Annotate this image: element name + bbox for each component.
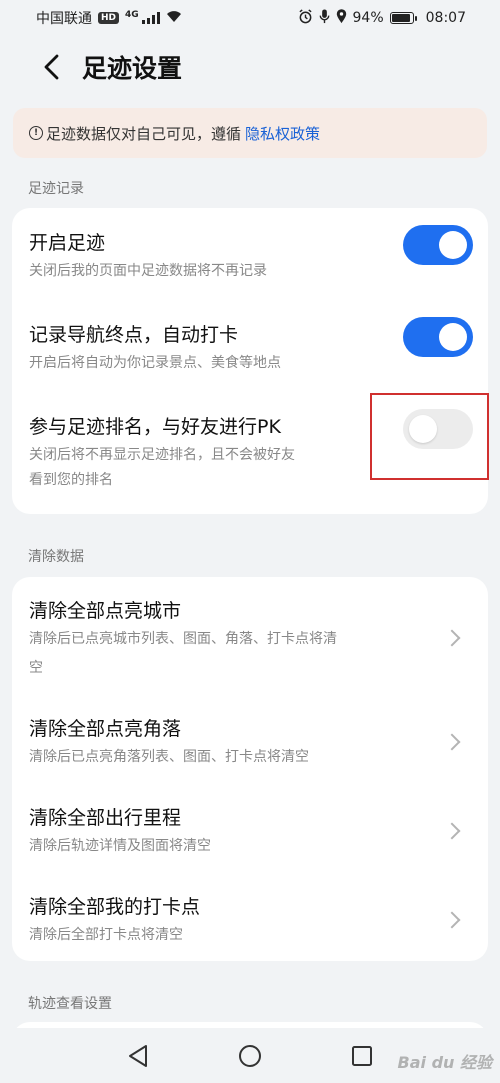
circle-home-icon (239, 1044, 261, 1067)
clear-row-travel-mileage[interactable]: 清除全部出行里程 清除后轨迹详情及图面将清空 (12, 784, 488, 873)
status-left: 中国联通 HD 4G (36, 8, 182, 28)
setting-subtitle: 关闭后我的页面中足迹数据将不再记录 (29, 263, 267, 279)
chevron-right-icon (443, 822, 461, 840)
status-bar: 中国联通 HD 4G 94% 08:07 (0, 0, 500, 36)
clear-subtitle: 清除后全部打卡点将清空 (29, 927, 183, 943)
nav-home-button[interactable] (233, 1039, 267, 1073)
clear-subtitle-line1: 清除后已点亮城市列表、图面、角落、打卡点将清 (29, 631, 337, 647)
wifi-icon (166, 10, 182, 27)
microphone-icon (319, 8, 330, 28)
hd-badge: HD (98, 12, 120, 24)
header: 足迹设置 (0, 36, 500, 98)
nav-back-button[interactable] (121, 1039, 155, 1073)
clock: 08:07 (425, 10, 466, 26)
section-label-track-view: 轨迹查看设置 (28, 996, 112, 1012)
back-arrow-icon (44, 54, 59, 80)
clear-row-checkins[interactable]: 清除全部我的打卡点 清除后全部打卡点将清空 (12, 873, 488, 961)
signal-icon (141, 12, 160, 24)
square-recent-icon (352, 1045, 372, 1066)
setting-title: 记录导航终点，自动打卡 (29, 324, 239, 346)
highlight-annotation-box (370, 393, 489, 480)
back-button[interactable] (22, 37, 82, 97)
clear-subtitle-line2: 空 (29, 660, 43, 676)
setting-row-record-nav-destination: 记录导航终点，自动打卡 开启后将自动为你记录景点、美食等地点 (12, 300, 488, 392)
setting-subtitle-line2: 看到您的排名 (29, 472, 113, 488)
clear-data-card: 清除全部点亮城市 清除后已点亮城市列表、图面、角落、打卡点将清 空 清除全部点亮… (12, 577, 488, 961)
clear-title: 清除全部点亮城市 (29, 600, 182, 622)
network-type: 4G (125, 10, 139, 20)
toggle-knob (439, 323, 467, 351)
battery-icon (389, 12, 417, 24)
carrier-name: 中国联通 (36, 11, 92, 27)
clear-row-lit-corners[interactable]: 清除全部点亮角落 清除后已点亮角落列表、图面、打卡点将清空 (12, 695, 488, 784)
privacy-policy-link[interactable]: 隐私权政策 (245, 123, 320, 144)
clear-row-lit-cities[interactable]: 清除全部点亮城市 清除后已点亮城市列表、图面、角落、打卡点将清 空 (12, 577, 488, 695)
clear-subtitle: 清除后已点亮角落列表、图面、打卡点将清空 (29, 749, 309, 765)
setting-title: 参与足迹排名，与好友进行PK (29, 416, 281, 438)
setting-title: 开启足迹 (29, 232, 106, 254)
chevron-right-icon (443, 629, 461, 647)
battery-percent: 94% (352, 10, 384, 26)
watermark: Bai du 经验 (397, 1053, 492, 1072)
clear-title: 清除全部我的打卡点 (29, 896, 201, 918)
toggle-knob (439, 231, 467, 259)
page-title: 足迹设置 (82, 54, 183, 83)
setting-subtitle: 开启后将自动为你记录景点、美食等地点 (29, 355, 281, 371)
status-right: 94% 08:07 (298, 8, 466, 28)
section-label-clear-data: 清除数据 (28, 549, 84, 565)
privacy-notice: ! 足迹数据仅对自己可见，遵循 隐私权政策 (13, 108, 487, 158)
notice-text: 足迹数据仅对自己可见，遵循 (46, 124, 242, 143)
enable-footprint-toggle[interactable] (403, 225, 473, 265)
clear-title: 清除全部点亮角落 (29, 718, 182, 740)
nav-recent-button[interactable] (345, 1039, 379, 1073)
chevron-right-icon (443, 733, 461, 751)
record-nav-destination-toggle[interactable] (403, 317, 473, 357)
setting-row-enable-footprint: 开启足迹 关闭后我的页面中足迹数据将不再记录 (12, 208, 488, 300)
triangle-back-icon (129, 1044, 147, 1067)
alarm-icon (298, 8, 313, 28)
section-label-footprint-record: 足迹记录 (28, 181, 84, 197)
info-icon: ! (29, 126, 43, 140)
clear-title: 清除全部出行里程 (29, 807, 182, 829)
clear-subtitle: 清除后轨迹详情及图面将清空 (29, 838, 211, 854)
setting-subtitle-line1: 关闭后将不再显示足迹排名，且不会被好友 (29, 447, 295, 463)
chevron-right-icon (443, 911, 461, 929)
location-icon (336, 8, 347, 28)
